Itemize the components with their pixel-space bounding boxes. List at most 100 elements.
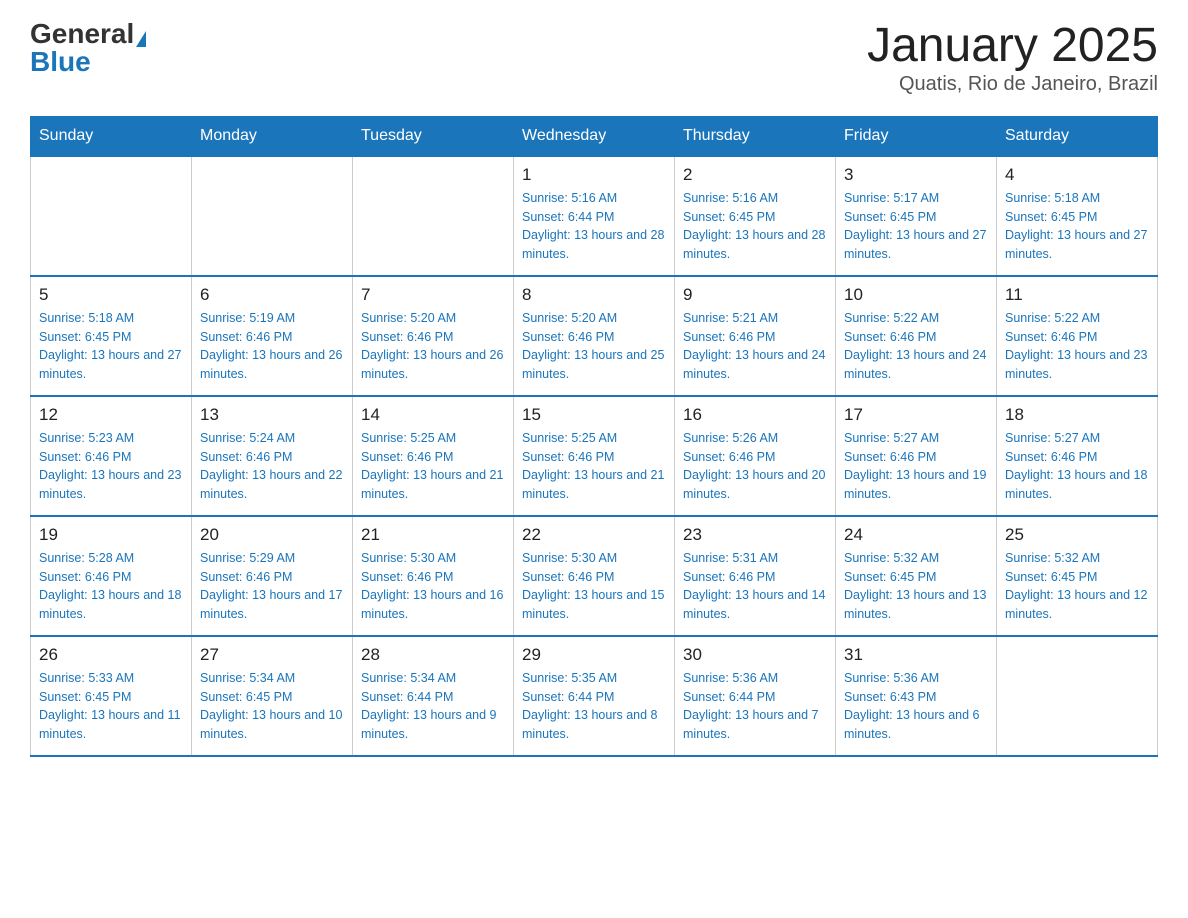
calendar-cell: 2 Sunrise: 5:16 AM Sunset: 6:45 PM Daylig… <box>675 156 836 276</box>
day-info: Sunrise: 5:16 AM Sunset: 6:45 PM Dayligh… <box>683 189 827 264</box>
day-number: 7 <box>361 285 505 305</box>
day-number: 29 <box>522 645 666 665</box>
calendar-cell: 29 Sunrise: 5:35 AM Sunset: 6:44 PM Dayli… <box>514 636 675 756</box>
calendar-cell: 20 Sunrise: 5:29 AM Sunset: 6:46 PM Dayli… <box>192 516 353 636</box>
location-subtitle: Quatis, Rio de Janeiro, Brazil <box>867 73 1158 96</box>
day-info: Sunrise: 5:25 AM Sunset: 6:46 PM Dayligh… <box>361 429 505 504</box>
day-info: Sunrise: 5:16 AM Sunset: 6:44 PM Dayligh… <box>522 189 666 264</box>
day-number: 22 <box>522 525 666 545</box>
day-info: Sunrise: 5:18 AM Sunset: 6:45 PM Dayligh… <box>39 309 183 384</box>
day-info: Sunrise: 5:32 AM Sunset: 6:45 PM Dayligh… <box>1005 549 1149 624</box>
day-info: Sunrise: 5:35 AM Sunset: 6:44 PM Dayligh… <box>522 669 666 744</box>
calendar-cell: 7Sunrise: 5:20 AM Sunset: 6:46 PM Daylig… <box>353 276 514 396</box>
calendar-cell: 15Sunrise: 5:25 AM Sunset: 6:46 PM Dayli… <box>514 396 675 516</box>
day-number: 6 <box>200 285 344 305</box>
calendar-cell: 10 Sunrise: 5:22 AM Sunset: 6:46 PM Dayli… <box>836 276 997 396</box>
day-info: Sunrise: 5:32 AM Sunset: 6:45 PM Dayligh… <box>844 549 988 624</box>
calendar-cell <box>353 156 514 276</box>
day-number: 25 <box>1005 525 1149 545</box>
calendar-cell: 28 Sunrise: 5:34 AM Sunset: 6:44 PM Dayli… <box>353 636 514 756</box>
day-number: 13 <box>200 405 344 425</box>
calendar-cell: 18Sunrise: 5:27 AM Sunset: 6:46 PM Dayli… <box>997 396 1158 516</box>
day-info: Sunrise: 5:31 AM Sunset: 6:46 PM Dayligh… <box>683 549 827 624</box>
calendar-table: SundayMondayTuesdayWednesdayThursdayFrid… <box>30 116 1158 757</box>
day-number: 28 <box>361 645 505 665</box>
day-number: 11 <box>1005 285 1149 305</box>
day-info: Sunrise: 5:36 AM Sunset: 6:44 PM Dayligh… <box>683 669 827 744</box>
calendar-cell: 19 Sunrise: 5:28 AM Sunset: 6:46 PM Dayli… <box>31 516 192 636</box>
calendar-week-row: 1 Sunrise: 5:16 AM Sunset: 6:44 PM Daylig… <box>31 156 1158 276</box>
calendar-cell: 3 Sunrise: 5:17 AM Sunset: 6:45 PM Daylig… <box>836 156 997 276</box>
day-info: Sunrise: 5:20 AM Sunset: 6:46 PM Dayligh… <box>522 309 666 384</box>
day-info: Sunrise: 5:30 AM Sunset: 6:46 PM Dayligh… <box>361 549 505 624</box>
calendar-week-row: 12 Sunrise: 5:23 AM Sunset: 6:46 PM Dayli… <box>31 396 1158 516</box>
logo: General Blue <box>30 20 146 76</box>
col-header-sunday: Sunday <box>31 116 192 156</box>
calendar-cell: 13Sunrise: 5:24 AM Sunset: 6:46 PM Dayli… <box>192 396 353 516</box>
day-info: Sunrise: 5:22 AM Sunset: 6:46 PM Dayligh… <box>1005 309 1149 384</box>
day-info: Sunrise: 5:23 AM Sunset: 6:46 PM Dayligh… <box>39 429 183 504</box>
logo-line2: Blue <box>30 48 91 76</box>
day-number: 12 <box>39 405 183 425</box>
day-number: 1 <box>522 165 666 185</box>
day-info: Sunrise: 5:34 AM Sunset: 6:44 PM Dayligh… <box>361 669 505 744</box>
day-number: 20 <box>200 525 344 545</box>
day-number: 10 <box>844 285 988 305</box>
day-info: Sunrise: 5:25 AM Sunset: 6:46 PM Dayligh… <box>522 429 666 504</box>
day-info: Sunrise: 5:17 AM Sunset: 6:45 PM Dayligh… <box>844 189 988 264</box>
col-header-friday: Friday <box>836 116 997 156</box>
day-info: Sunrise: 5:29 AM Sunset: 6:46 PM Dayligh… <box>200 549 344 624</box>
day-number: 27 <box>200 645 344 665</box>
day-info: Sunrise: 5:36 AM Sunset: 6:43 PM Dayligh… <box>844 669 988 744</box>
calendar-cell: 27Sunrise: 5:34 AM Sunset: 6:45 PM Dayli… <box>192 636 353 756</box>
month-title: January 2025 <box>867 20 1158 73</box>
calendar-week-row: 5 Sunrise: 5:18 AM Sunset: 6:45 PM Daylig… <box>31 276 1158 396</box>
calendar-cell <box>31 156 192 276</box>
day-info: Sunrise: 5:18 AM Sunset: 6:45 PM Dayligh… <box>1005 189 1149 264</box>
day-number: 30 <box>683 645 827 665</box>
day-number: 14 <box>361 405 505 425</box>
day-number: 5 <box>39 285 183 305</box>
col-header-saturday: Saturday <box>997 116 1158 156</box>
logo-general-text: General <box>30 18 134 49</box>
col-header-thursday: Thursday <box>675 116 836 156</box>
col-header-monday: Monday <box>192 116 353 156</box>
day-number: 19 <box>39 525 183 545</box>
day-number: 3 <box>844 165 988 185</box>
calendar-cell: 21 Sunrise: 5:30 AM Sunset: 6:46 PM Dayli… <box>353 516 514 636</box>
logo-blue-text: Blue <box>30 46 91 77</box>
col-header-tuesday: Tuesday <box>353 116 514 156</box>
logo-triangle-icon <box>136 31 146 47</box>
day-info: Sunrise: 5:26 AM Sunset: 6:46 PM Dayligh… <box>683 429 827 504</box>
calendar-cell: 9 Sunrise: 5:21 AM Sunset: 6:46 PM Daylig… <box>675 276 836 396</box>
day-number: 16 <box>683 405 827 425</box>
calendar-cell <box>192 156 353 276</box>
calendar-week-row: 19 Sunrise: 5:28 AM Sunset: 6:46 PM Dayli… <box>31 516 1158 636</box>
calendar-cell: 11 Sunrise: 5:22 AM Sunset: 6:46 PM Dayli… <box>997 276 1158 396</box>
calendar-header-row: SundayMondayTuesdayWednesdayThursdayFrid… <box>31 116 1158 156</box>
logo-line1: General <box>30 20 146 48</box>
day-number: 2 <box>683 165 827 185</box>
calendar-cell: 8Sunrise: 5:20 AM Sunset: 6:46 PM Daylig… <box>514 276 675 396</box>
day-number: 24 <box>844 525 988 545</box>
calendar-cell: 1 Sunrise: 5:16 AM Sunset: 6:44 PM Daylig… <box>514 156 675 276</box>
day-number: 9 <box>683 285 827 305</box>
day-info: Sunrise: 5:33 AM Sunset: 6:45 PM Dayligh… <box>39 669 183 744</box>
calendar-cell: 24 Sunrise: 5:32 AM Sunset: 6:45 PM Dayli… <box>836 516 997 636</box>
day-number: 21 <box>361 525 505 545</box>
day-info: Sunrise: 5:21 AM Sunset: 6:46 PM Dayligh… <box>683 309 827 384</box>
day-number: 31 <box>844 645 988 665</box>
calendar-cell: 6 Sunrise: 5:19 AM Sunset: 6:46 PM Daylig… <box>192 276 353 396</box>
calendar-cell: 16 Sunrise: 5:26 AM Sunset: 6:46 PM Dayli… <box>675 396 836 516</box>
day-info: Sunrise: 5:22 AM Sunset: 6:46 PM Dayligh… <box>844 309 988 384</box>
calendar-cell <box>997 636 1158 756</box>
page-header: General Blue January 2025 Quatis, Rio de… <box>30 20 1158 96</box>
title-block: January 2025 Quatis, Rio de Janeiro, Bra… <box>867 20 1158 96</box>
day-info: Sunrise: 5:19 AM Sunset: 6:46 PM Dayligh… <box>200 309 344 384</box>
calendar-cell: 12 Sunrise: 5:23 AM Sunset: 6:46 PM Dayli… <box>31 396 192 516</box>
day-number: 26 <box>39 645 183 665</box>
day-info: Sunrise: 5:28 AM Sunset: 6:46 PM Dayligh… <box>39 549 183 624</box>
calendar-cell: 22 Sunrise: 5:30 AM Sunset: 6:46 PM Dayli… <box>514 516 675 636</box>
calendar-cell: 31 Sunrise: 5:36 AM Sunset: 6:43 PM Dayli… <box>836 636 997 756</box>
day-info: Sunrise: 5:30 AM Sunset: 6:46 PM Dayligh… <box>522 549 666 624</box>
